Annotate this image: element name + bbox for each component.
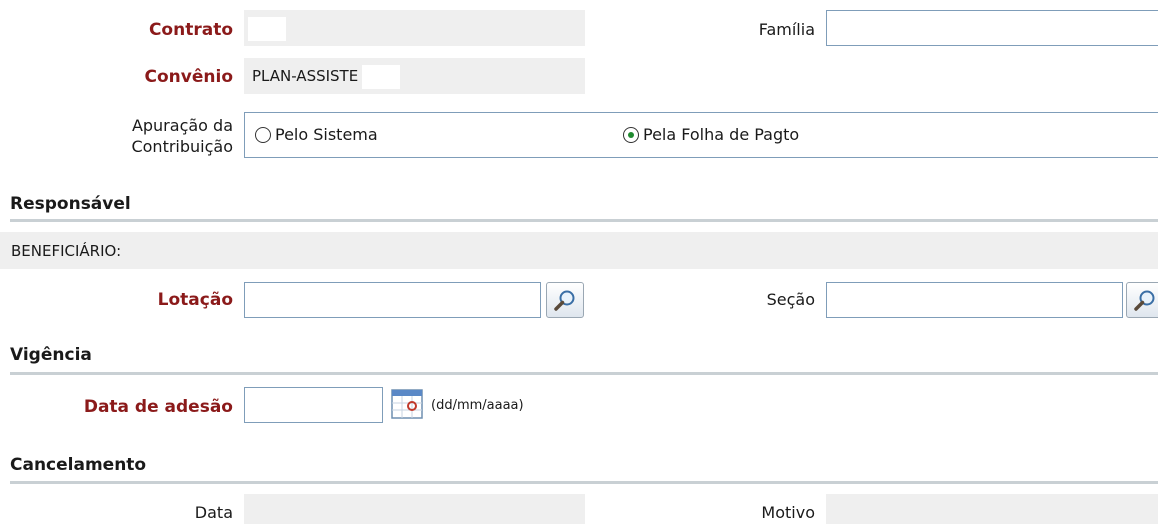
radio-pela-folha[interactable] xyxy=(623,127,639,143)
beneficiary-label: BENEFICIÁRIO: xyxy=(11,242,122,260)
contract-value xyxy=(244,10,585,46)
section-field-label: Seção xyxy=(766,290,815,309)
section-divider xyxy=(10,219,1158,222)
contract-label: Contrato xyxy=(148,20,233,40)
agreement-label: Convênio xyxy=(144,67,233,87)
search-icon xyxy=(1134,290,1155,311)
search-icon xyxy=(554,290,575,311)
adhesion-date-input[interactable] xyxy=(244,387,383,423)
adhesion-date-label: Data de adesão xyxy=(83,397,233,417)
section-divider xyxy=(10,481,1158,484)
cancellation-date-label: Data xyxy=(194,503,233,522)
cancellation-date-value xyxy=(244,494,585,524)
family-label: Família xyxy=(758,20,815,39)
section-validity-heading: Vigência xyxy=(10,345,92,365)
agreement-value: PLAN-ASSISTE xyxy=(244,58,585,94)
allocation-input[interactable] xyxy=(244,282,541,318)
contribution-label: Apuração da Contribuição xyxy=(131,116,233,156)
contribution-radio-group: Pelo Sistema Pela Folha de Pagto xyxy=(244,112,1158,158)
cancellation-reason-value xyxy=(826,494,1158,524)
family-input[interactable] xyxy=(826,10,1158,46)
value-mask xyxy=(248,16,286,41)
calendar-button[interactable] xyxy=(390,388,426,422)
radio-pelo-sistema[interactable] xyxy=(255,127,271,143)
value-mask xyxy=(362,64,401,89)
section-responsible-heading: Responsável xyxy=(10,194,131,214)
beneficiary-row: BENEFICIÁRIO: xyxy=(0,232,1158,269)
section-divider xyxy=(10,372,1158,375)
section-input[interactable] xyxy=(826,282,1123,318)
cancellation-reason-label: Motivo xyxy=(761,503,815,522)
date-format-hint: (dd/mm/aaaa) xyxy=(431,398,524,413)
allocation-search-button[interactable] xyxy=(546,282,584,318)
section-cancellation-heading: Cancelamento xyxy=(10,455,147,475)
allocation-label: Lotação xyxy=(157,290,233,310)
radio-pelo-sistema-label[interactable]: Pelo Sistema xyxy=(275,125,378,144)
section-search-button[interactable] xyxy=(1126,282,1158,318)
calendar-icon xyxy=(391,389,423,419)
radio-pela-folha-label[interactable]: Pela Folha de Pagto xyxy=(643,125,799,144)
